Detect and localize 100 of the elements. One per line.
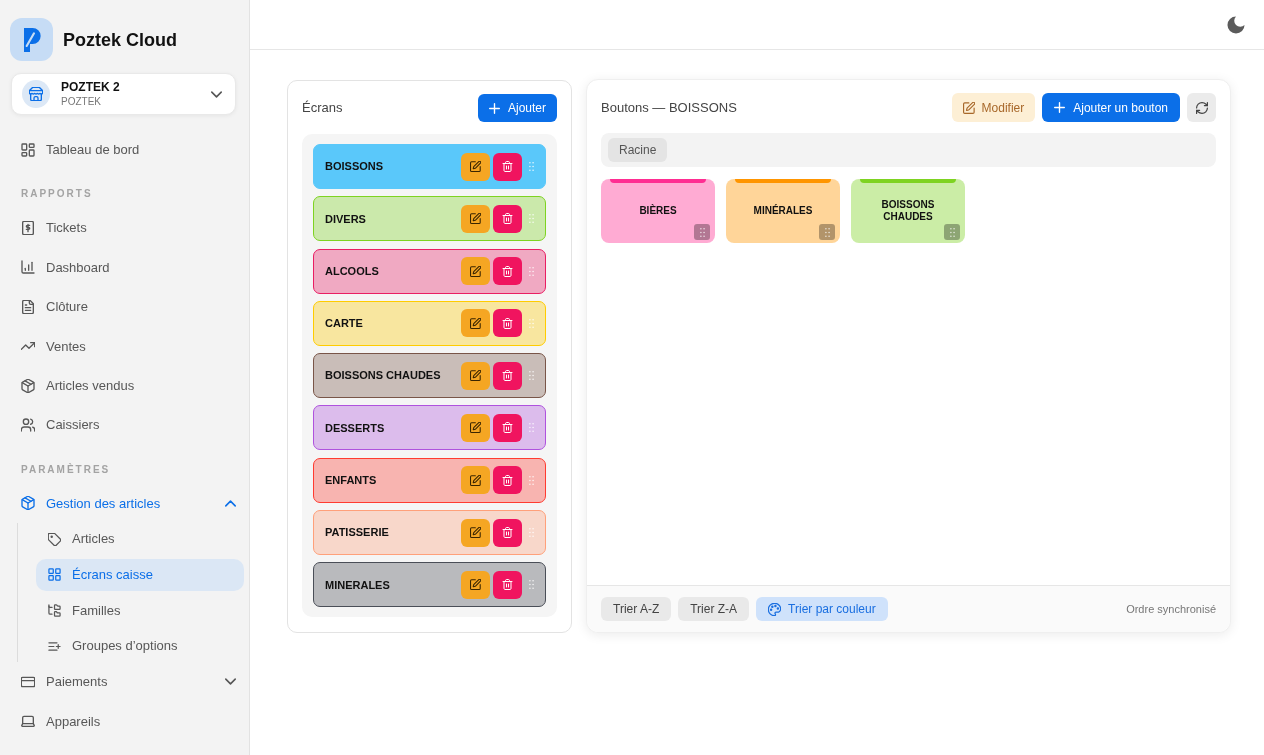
edit-button[interactable] — [461, 309, 490, 338]
delete-button[interactable] — [493, 518, 522, 547]
tile-label: BOISSONS CHAUDES — [880, 199, 936, 223]
edit-icon — [470, 213, 481, 225]
nav-subitem[interactable]: Écrans caisse — [36, 558, 244, 591]
screen-name: DESSERTS — [325, 420, 386, 436]
drag-handle-icon[interactable] — [529, 423, 534, 433]
delete-button[interactable] — [493, 204, 522, 233]
delete-button[interactable] — [493, 466, 522, 495]
screen-name: CARTE — [325, 316, 364, 332]
nav-item[interactable]: Tableau de bord — [10, 130, 236, 170]
edit-button[interactable] — [461, 570, 490, 599]
edit-icon — [470, 527, 481, 539]
trash-icon — [502, 317, 513, 329]
store-selector[interactable]: POZTEK 2 POZTEK — [11, 73, 236, 115]
delete-button[interactable] — [493, 414, 522, 442]
users-icon — [21, 418, 35, 433]
edit-button[interactable] — [461, 361, 490, 390]
edit-button[interactable] — [461, 466, 490, 495]
edit-icon — [470, 317, 481, 329]
screen-row[interactable]: ALCOOLS — [313, 248, 546, 294]
trash-icon — [502, 474, 513, 486]
nav-item[interactable]: Dashboard — [10, 247, 236, 288]
drag-handle-icon[interactable] — [529, 318, 534, 328]
drag-handle-icon[interactable] — [529, 475, 534, 485]
delete-button[interactable] — [493, 309, 522, 338]
nav-subitem[interactable]: Familles — [36, 594, 244, 627]
grid-icon — [48, 568, 61, 582]
sort-button[interactable]: Trier A-Z — [601, 597, 672, 621]
drag-handle-icon[interactable] — [529, 162, 534, 171]
store-name: POZTEK 2 — [61, 80, 121, 94]
delete-button[interactable] — [493, 152, 522, 181]
nav-item[interactable]: Paiements — [10, 662, 236, 702]
list-plus-icon — [48, 639, 61, 653]
nav-item[interactable]: Appareils — [10, 701, 236, 741]
drag-handle-icon[interactable] — [529, 371, 534, 381]
edit-button[interactable] — [461, 257, 490, 286]
drag-handle-icon[interactable] — [529, 214, 534, 224]
refresh-icon — [1195, 101, 1208, 114]
nav-item[interactable]: Clôture — [10, 287, 236, 327]
screen-name: BOISSONS CHAUDES — [325, 368, 442, 384]
add-button[interactable]: Ajouter — [478, 94, 557, 122]
screen-row[interactable]: ENFANTS — [313, 457, 546, 503]
store-icon — [22, 80, 50, 108]
screen-row[interactable]: PATISSERIE — [313, 510, 546, 556]
tag-icon — [48, 532, 61, 546]
refresh-button[interactable] — [1187, 93, 1216, 122]
trash-icon — [502, 265, 513, 277]
screen-row[interactable]: MINERALES — [313, 562, 546, 608]
add-button[interactable]: Ajouter un bouton — [1042, 93, 1180, 122]
screen-row[interactable]: DIVERS — [313, 196, 546, 242]
edit-button[interactable] — [461, 518, 490, 547]
screen-row[interactable]: DESSERTS — [313, 405, 546, 451]
drag-handle-icon[interactable] — [529, 580, 534, 590]
edit-icon — [470, 370, 481, 382]
sync-status: Ordre synchronisé — [1126, 601, 1216, 617]
dark-mode-icon[interactable] — [1227, 15, 1245, 34]
screen-row[interactable]: BOISSONS CHAUDES — [313, 353, 546, 399]
receipt-icon — [21, 221, 35, 236]
nav-subitem[interactable]: Articles — [36, 523, 244, 556]
button-tile[interactable]: BIÈRES — [601, 179, 715, 243]
drag-handle-icon[interactable] — [694, 224, 710, 240]
drag-handle-icon[interactable] — [944, 224, 960, 240]
trash-icon — [502, 370, 513, 382]
drag-handle-icon[interactable] — [819, 224, 835, 240]
sort-button[interactable]: Trier par couleur — [756, 597, 888, 621]
delete-button[interactable] — [493, 361, 522, 390]
screen-row[interactable]: BOISSONS — [313, 144, 546, 189]
delete-button[interactable] — [493, 570, 522, 599]
trash-icon — [502, 213, 513, 225]
plus-icon — [489, 102, 500, 114]
drag-handle-icon[interactable] — [529, 528, 534, 538]
nav-item[interactable]: Ventes — [10, 326, 236, 366]
edit-icon — [470, 579, 481, 591]
document-icon — [21, 299, 35, 314]
dashboard-icon — [21, 142, 35, 157]
card-icon — [21, 674, 35, 689]
button-tile[interactable]: BOISSONS CHAUDES — [851, 179, 965, 243]
store-subtitle: POZTEK — [61, 96, 102, 108]
nav-item[interactable]: Caissiers — [10, 405, 236, 445]
nav-subitem[interactable]: Groupes d’options — [36, 630, 244, 663]
sort-button[interactable]: Trier Z-A — [678, 597, 750, 621]
edit-icon — [470, 422, 481, 434]
nav-item[interactable]: Tickets — [10, 208, 236, 248]
screen-name: BOISSONS — [325, 159, 385, 175]
screen-name: ENFANTS — [325, 473, 378, 489]
edit-button[interactable] — [461, 204, 490, 233]
button-tile[interactable]: MINÉRALES — [726, 179, 840, 243]
edit-button[interactable] — [461, 152, 490, 181]
delete-button[interactable] — [493, 257, 522, 286]
breadcrumb-chip[interactable]: Racine — [608, 138, 668, 162]
edit-button[interactable]: Modifier — [951, 93, 1036, 122]
tile-label: MINÉRALES — [753, 205, 813, 217]
drag-handle-icon[interactable] — [529, 266, 534, 276]
edit-button[interactable] — [461, 414, 490, 442]
nav-item[interactable]: Articles vendus — [10, 365, 236, 406]
brand-name: Poztek Cloud — [63, 30, 177, 49]
trash-icon — [502, 579, 513, 591]
nav-item[interactable]: Gestion des articles — [10, 483, 236, 524]
screen-row[interactable]: CARTE — [313, 300, 546, 346]
